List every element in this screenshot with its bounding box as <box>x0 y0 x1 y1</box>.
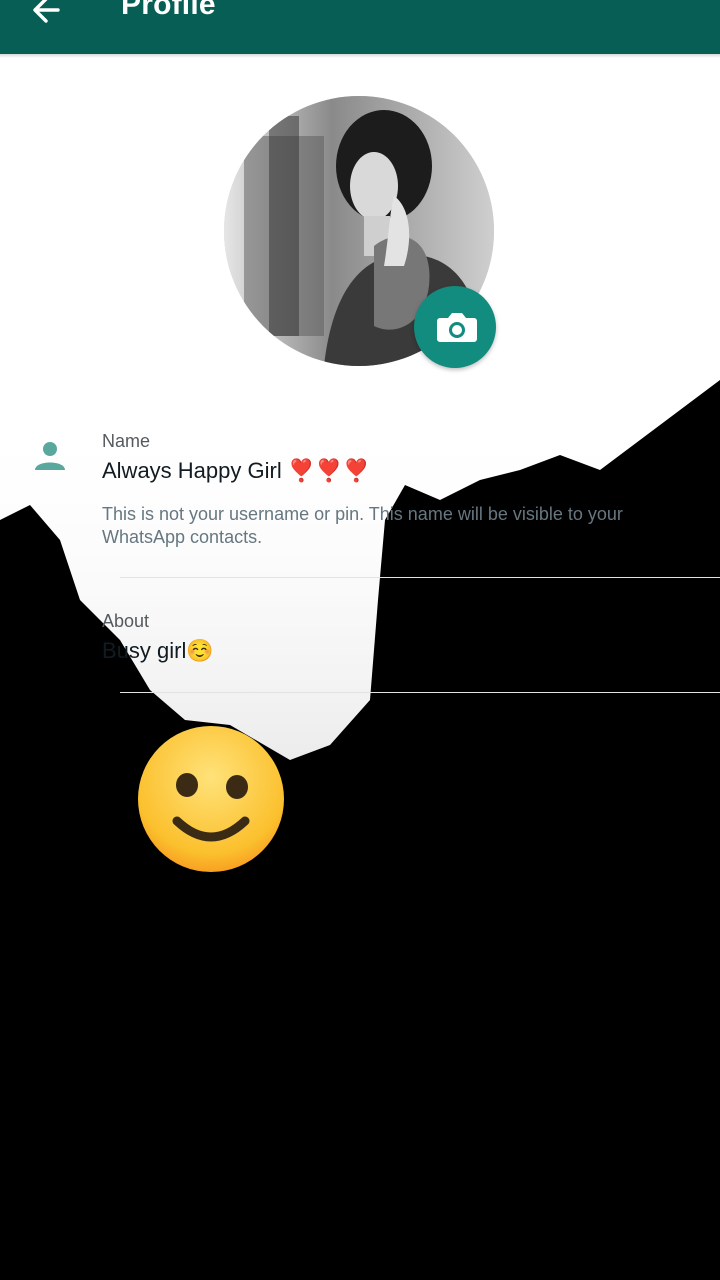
divider <box>120 577 720 578</box>
person-icon <box>35 442 65 470</box>
divider <box>120 692 720 693</box>
page-title: Profile <box>121 0 216 21</box>
about-row[interactable]: About Busy girl☺️ <box>0 600 720 695</box>
name-value: Always Happy Girl ❣️❣️❣️ <box>102 458 371 483</box>
about-label: About <box>102 611 150 631</box>
name-row[interactable]: Name Always Happy Girl ❣️❣️❣️ This is no… <box>0 420 720 580</box>
app-bar: Profile <box>0 0 720 54</box>
camera-icon <box>437 313 477 342</box>
name-helper-text: This is not your username or pin. This n… <box>102 504 623 547</box>
app-bar-shadow <box>0 54 720 58</box>
about-value: Busy girl☺️ <box>102 638 214 663</box>
back-button[interactable] <box>28 0 68 28</box>
smiley-emoji-icon <box>138 726 284 872</box>
profile-photo-container <box>224 96 496 368</box>
change-photo-button[interactable] <box>414 286 496 368</box>
name-label: Name <box>102 431 151 451</box>
arrow-back-icon <box>33 0 60 23</box>
